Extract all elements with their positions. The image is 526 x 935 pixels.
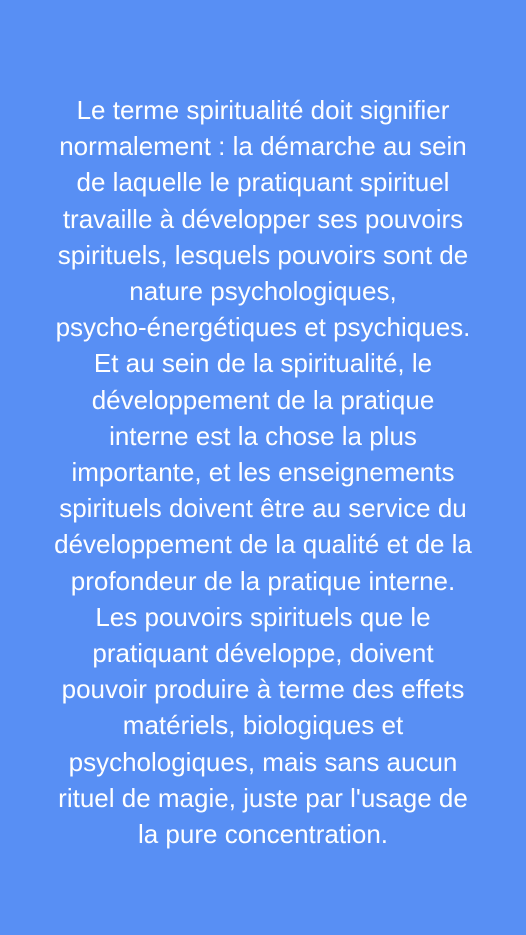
quote-line: Et au sein de la spiritualité, le (93, 348, 433, 379)
quote-line: rituel de magie, juste par l'usage de (58, 782, 468, 813)
text-post-card: Le terme spiritualité doit signifier nor… (0, 0, 526, 935)
quote-line: Les pouvoirs spirituels que le (95, 601, 431, 632)
quote-line: développement de la pratique (91, 384, 435, 415)
quote-line: spirituels, lesquels pouvoirs sont de (57, 239, 469, 270)
quote-line: pratiquant développe, doivent (92, 638, 434, 669)
quote-line: développement de la qualité et de la (54, 529, 472, 560)
quote-line: matériels, biologiques et (122, 710, 404, 741)
quote-line: profondeur de la pratique interne. (70, 565, 456, 596)
quote-line: Le terme spiritualité doit signifier (76, 95, 450, 125)
quote-line: la pure concentration. (137, 819, 389, 850)
quote-line: nature psychologiques, (129, 276, 397, 307)
quote-line: pouvoir produire à terme des effets (61, 674, 465, 705)
quote-line: interne est la chose la plus (109, 420, 417, 451)
quote-line: spirituels doivent être au service du (59, 493, 467, 524)
quote-line: psychologiques, mais sans aucun (68, 746, 458, 777)
quote-text: Le terme spiritualité doit signifier nor… (10, 92, 516, 852)
quote-line: normalement : la démarche au sein (59, 131, 467, 162)
quote-line: psycho-énergétiques et psychiques. (55, 312, 471, 343)
quote-line: travaille à développer ses pouvoirs (62, 203, 464, 234)
quote-line: de laquelle le pratiquant spirituel (76, 167, 450, 198)
quote-line: importante, et les enseignements (71, 457, 455, 488)
